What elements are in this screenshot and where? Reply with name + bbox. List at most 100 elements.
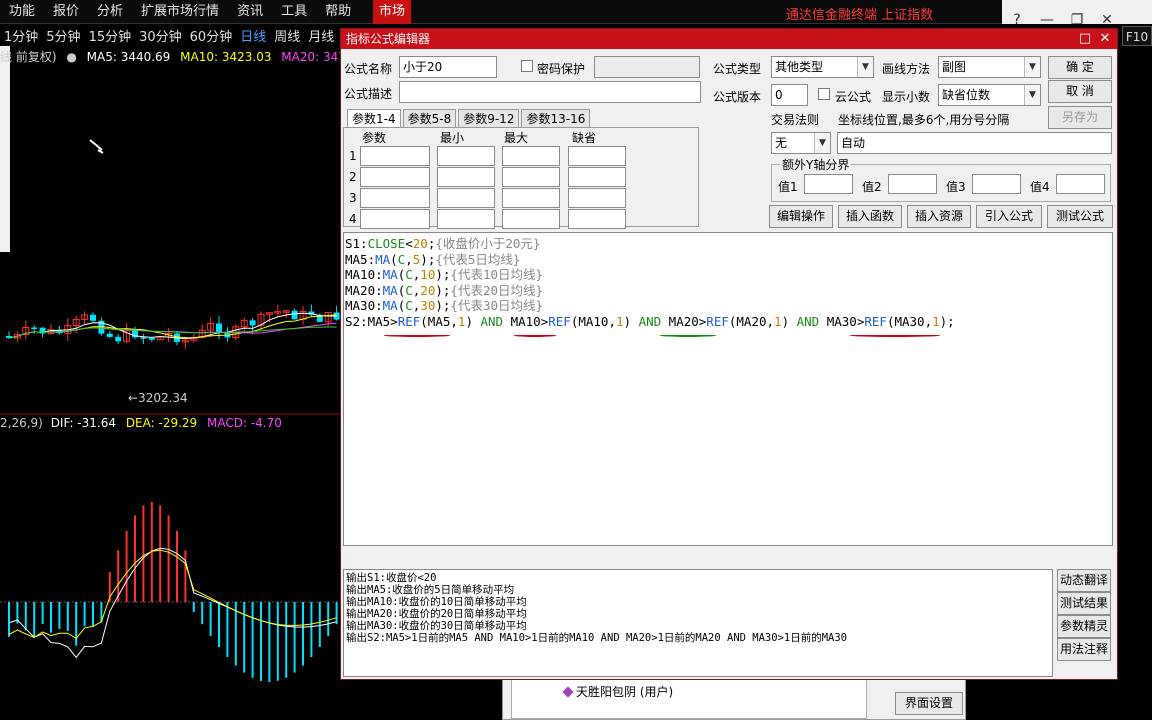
tab-params-5-8[interactable]: 参数5-8 bbox=[402, 109, 457, 127]
draw-method-select[interactable]: 副图 ▼ bbox=[938, 56, 1041, 78]
value2-label: 值2 bbox=[862, 180, 882, 194]
value2-input[interactable] bbox=[888, 174, 937, 194]
param-cell[interactable] bbox=[360, 146, 430, 166]
code-token: MA10: bbox=[345, 267, 383, 282]
period-1min[interactable]: 1分钟 bbox=[0, 26, 42, 45]
decimal-label: 显示小数 bbox=[882, 90, 931, 104]
param-cell[interactable] bbox=[568, 146, 626, 166]
param-cell[interactable] bbox=[502, 146, 560, 166]
translation-output[interactable]: 输出S1:收盘价<20 输出MA5:收盘价的5日简单移动平均 输出MA10:收盘价的… bbox=[343, 569, 1053, 677]
param-cell[interactable] bbox=[360, 167, 430, 187]
extra-icon[interactable] bbox=[1122, 0, 1152, 24]
code-line: MA20:MA(C,20);{代表20日均线} bbox=[345, 283, 543, 298]
period-daily[interactable]: 日线 bbox=[236, 26, 270, 45]
import-formula-button[interactable]: 引入公式 bbox=[976, 205, 1042, 228]
f10-button[interactable]: F10 bbox=[1122, 26, 1152, 46]
period-monthly[interactable]: 月线 bbox=[304, 26, 338, 45]
cancel-button[interactable]: 取 消 bbox=[1048, 80, 1112, 103]
formula-type-select[interactable]: 其他类型 ▼ bbox=[771, 56, 874, 78]
password-checkbox[interactable] bbox=[521, 60, 533, 72]
param-cell[interactable] bbox=[360, 209, 430, 229]
axis-position-label: 坐标线位置,最多6个,用分号分隔 bbox=[838, 113, 1010, 127]
menu-item-quote[interactable]: 报价 bbox=[44, 0, 88, 24]
code-token: AND bbox=[480, 313, 504, 329]
kline-chart bbox=[0, 46, 345, 682]
test-formula-button[interactable]: 测试公式 bbox=[1047, 205, 1113, 228]
formula-code-editor[interactable]: S1:CLOSE<20;{收盘价小于20元} MA5:MA(C,5);{代表5日均… bbox=[343, 232, 1113, 546]
macd-dea: DEA: -29.29 bbox=[125, 416, 198, 430]
window-controls: ? — ❐ ✕ bbox=[1002, 0, 1152, 28]
period-5min[interactable]: 5分钟 bbox=[42, 26, 84, 45]
param-cell[interactable] bbox=[568, 188, 626, 208]
formula-tree[interactable]: 天胜阳包阴 (用户) bbox=[511, 679, 867, 719]
param-cell[interactable] bbox=[502, 188, 560, 208]
output-line: 输出MA10:收盘价的10日简单移动平均 bbox=[346, 596, 527, 608]
maximize-icon[interactable]: □ bbox=[1075, 29, 1095, 49]
tree-item[interactable]: 天胜阳包阴 (用户) bbox=[562, 683, 673, 700]
period-30min[interactable]: 30分钟 bbox=[135, 26, 186, 45]
left-toolbar[interactable] bbox=[0, 46, 10, 252]
param-tabs: 参数1-4 参数5-8 参数9-12 参数13-16 bbox=[347, 109, 592, 127]
ok-button[interactable]: 确 定 bbox=[1048, 56, 1112, 79]
legend-ma10: MA10: 3423.03 bbox=[180, 50, 272, 64]
param-cell[interactable] bbox=[437, 209, 495, 229]
legend-gear-icon[interactable]: ● bbox=[66, 50, 76, 64]
code-token: 1 bbox=[774, 313, 782, 329]
dialog-title: 指标公式编辑器 bbox=[346, 32, 431, 46]
tab-params-1-4[interactable]: 参数1-4 bbox=[347, 109, 401, 127]
value1-input[interactable] bbox=[804, 174, 853, 194]
dialog-close-icon[interactable]: ✕ bbox=[1095, 29, 1115, 49]
yaxis-group-title: 额外Y轴分界 bbox=[780, 156, 852, 173]
code-token: AND bbox=[796, 313, 820, 329]
param-cell[interactable] bbox=[502, 209, 560, 229]
candle-body bbox=[106, 333, 113, 337]
save-as-button[interactable]: 另存为 bbox=[1048, 106, 1112, 129]
chevron-down-icon: ▼ bbox=[1024, 85, 1040, 105]
param-cell[interactable] bbox=[568, 167, 626, 187]
param-cell[interactable] bbox=[437, 146, 495, 166]
param-cell[interactable] bbox=[568, 209, 626, 229]
output-line: 输出MA5:收盘价的5日简单移动平均 bbox=[346, 584, 515, 596]
menu-item-function[interactable]: 功能 bbox=[0, 0, 44, 24]
formula-editor-dialog: 指标公式编辑器 □ ✕ 公式名称 小于20 密码保护 公式描述 公式类型 其他类… bbox=[340, 28, 1118, 680]
param-cell[interactable] bbox=[360, 188, 430, 208]
value4-input[interactable] bbox=[1056, 174, 1105, 194]
param-cell[interactable] bbox=[437, 188, 495, 208]
formula-desc-input[interactable] bbox=[399, 81, 701, 103]
version-input[interactable]: 0 bbox=[771, 84, 808, 106]
decimal-select[interactable]: 缺省位数 ▼ bbox=[938, 84, 1041, 106]
cloud-checkbox[interactable] bbox=[818, 88, 830, 100]
menu-item-help[interactable]: 帮助 bbox=[316, 0, 360, 24]
tab-params-9-12[interactable]: 参数9-12 bbox=[458, 109, 520, 127]
menu-item-market[interactable]: 市场 bbox=[373, 0, 412, 24]
interface-settings-button[interactable]: 界面设置 bbox=[895, 692, 963, 715]
param-cell[interactable] bbox=[502, 167, 560, 187]
usage-notes-button[interactable]: 用法注释 bbox=[1057, 638, 1111, 661]
menu-item-tools[interactable]: 工具 bbox=[272, 0, 316, 24]
password-label: 密码保护 bbox=[537, 62, 586, 76]
period-weekly[interactable]: 周线 bbox=[270, 26, 304, 45]
param-row-number: 3 bbox=[349, 191, 357, 205]
ma10-line bbox=[8, 314, 337, 339]
value3-input[interactable] bbox=[972, 174, 1021, 194]
menu-item-analysis[interactable]: 分析 bbox=[88, 0, 132, 24]
period-15min[interactable]: 15分钟 bbox=[85, 26, 136, 45]
trade-rule-select[interactable]: 无 ▼ bbox=[771, 132, 831, 154]
formula-name-input[interactable]: 小于20 bbox=[399, 56, 497, 78]
param-cell[interactable] bbox=[437, 167, 495, 187]
menu-item-news[interactable]: 资讯 bbox=[228, 0, 272, 24]
code-token: 1 bbox=[932, 313, 940, 329]
insert-resource-button[interactable]: 插入资源 bbox=[907, 205, 971, 228]
period-60min[interactable]: 60分钟 bbox=[186, 26, 237, 45]
test-result-button[interactable]: 测试结果 bbox=[1057, 592, 1111, 615]
dynamic-translate-button[interactable]: 动态翻译 bbox=[1057, 569, 1111, 592]
tab-params-13-16[interactable]: 参数13-16 bbox=[521, 109, 591, 127]
password-input[interactable] bbox=[594, 56, 700, 78]
param-wizard-button[interactable]: 参数精灵 bbox=[1057, 615, 1111, 638]
app-brand-title: 通达信金融终端 上证指数 bbox=[786, 8, 934, 23]
insert-function-button[interactable]: 插入函数 bbox=[838, 205, 902, 228]
menu-item-extended-market[interactable]: 扩展市场行情 bbox=[132, 0, 228, 24]
candle-body bbox=[291, 310, 298, 320]
edit-operation-button[interactable]: 编辑操作 bbox=[769, 205, 833, 228]
axis-position-input[interactable]: 自动 bbox=[837, 132, 1112, 154]
